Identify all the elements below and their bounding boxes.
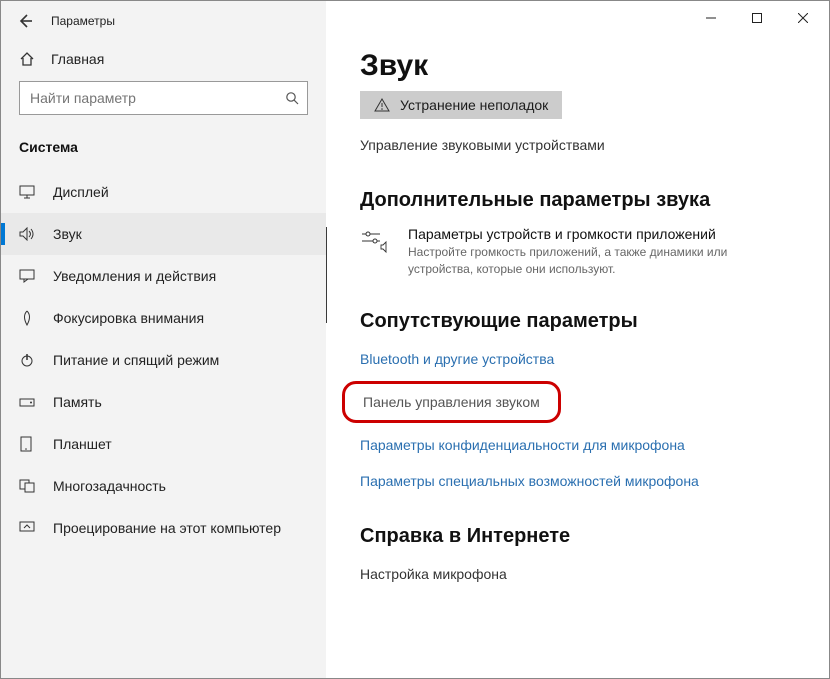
main-content: Звук Устранение неполадок Управление зву… [326, 1, 829, 678]
sound-icon [19, 227, 37, 241]
project-icon [19, 521, 37, 535]
sidebar-item-label: Проецирование на этот компьютер [53, 520, 281, 536]
home-link[interactable]: Главная [1, 41, 326, 81]
manage-devices-link[interactable]: Управление звуковыми устройствами [360, 133, 801, 157]
search-icon [285, 91, 299, 105]
focus-icon [19, 310, 37, 326]
storage-icon [19, 395, 37, 409]
sidebar-nav: Дисплей Звук Уведомления и действия Фоку… [1, 171, 326, 678]
back-button[interactable] [17, 13, 33, 29]
display-icon [19, 185, 37, 199]
sliders-icon [360, 226, 390, 254]
page-title: Звук [360, 49, 801, 83]
scroll-indicator [326, 227, 327, 323]
sidebar-item-tablet[interactable]: Планшет [1, 423, 326, 465]
tablet-icon [19, 436, 37, 452]
advanced-section-title: Дополнительные параметры звука [360, 189, 801, 212]
sidebar-item-label: Память [53, 394, 102, 410]
troubleshoot-label: Устранение неполадок [400, 97, 548, 113]
search-input[interactable] [30, 90, 285, 106]
sidebar-item-label: Звук [53, 226, 82, 242]
power-icon [19, 352, 37, 368]
warning-icon [374, 98, 390, 112]
app-volume-title: Параметры устройств и громкости приложен… [408, 226, 788, 242]
home-icon [19, 51, 37, 67]
sidebar-item-label: Дисплей [53, 184, 109, 200]
search-box[interactable] [19, 81, 308, 115]
related-link-mic-access[interactable]: Параметры специальных возможностей микро… [360, 469, 801, 493]
troubleshoot-button[interactable]: Устранение неполадок [360, 91, 562, 119]
help-link-mic[interactable]: Настройка микрофона [360, 562, 801, 586]
sidebar-item-focus[interactable]: Фокусировка внимания [1, 297, 326, 339]
app-volume-row[interactable]: Параметры устройств и громкости приложен… [360, 226, 801, 278]
close-button[interactable] [780, 2, 826, 34]
window-title: Параметры [51, 14, 115, 28]
sidebar-item-display[interactable]: Дисплей [1, 171, 326, 213]
related-link-mic-privacy[interactable]: Параметры конфиденциальности для микрофо… [360, 433, 801, 457]
sidebar-item-label: Многозадачность [53, 478, 166, 494]
highlight-annotation: Панель управления звуком [342, 381, 561, 423]
app-volume-desc: Настройте громкость приложений, а также … [408, 244, 788, 278]
sidebar-item-label: Планшет [53, 436, 112, 452]
category-title: Система [1, 133, 326, 171]
maximize-button[interactable] [734, 2, 780, 34]
sidebar-item-label: Уведомления и действия [53, 268, 216, 284]
sidebar-item-power[interactable]: Питание и спящий режим [1, 339, 326, 381]
sidebar-item-multitasking[interactable]: Многозадачность [1, 465, 326, 507]
sidebar-item-notifications[interactable]: Уведомления и действия [1, 255, 326, 297]
help-section-title: Справка в Интернете [360, 525, 801, 548]
multitask-icon [19, 479, 37, 493]
sidebar-item-sound[interactable]: Звук [1, 213, 326, 255]
home-label: Главная [51, 51, 104, 67]
notify-icon [19, 269, 37, 283]
sidebar-item-label: Фокусировка внимания [53, 310, 204, 326]
related-link-sound-panel[interactable]: Панель управления звуком [363, 390, 540, 414]
sidebar-item-projecting[interactable]: Проецирование на этот компьютер [1, 507, 326, 549]
sidebar-item-storage[interactable]: Память [1, 381, 326, 423]
minimize-button[interactable] [688, 2, 734, 34]
sidebar-item-label: Питание и спящий режим [53, 352, 219, 368]
related-section-title: Сопутствующие параметры [360, 310, 801, 333]
related-link-bluetooth[interactable]: Bluetooth и другие устройства [360, 347, 801, 371]
